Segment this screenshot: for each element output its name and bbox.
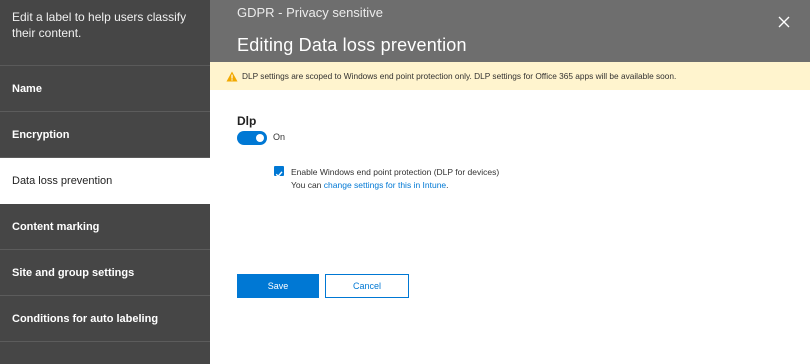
help-suffix: .	[446, 180, 449, 190]
sidebar-item-site-and-group-settings[interactable]: Site and group settings	[0, 250, 210, 296]
label-name: GDPR - Privacy sensitive	[237, 5, 383, 20]
sidebar-intro: Edit a label to help users classify thei…	[0, 0, 210, 66]
checkbox-label: Enable Windows end point protection (DLP…	[291, 167, 500, 177]
sidebar-item-data-loss-prevention[interactable]: Data loss prevention	[0, 158, 210, 204]
sidebar-item-encryption[interactable]: Encryption	[0, 112, 210, 158]
warning-icon	[226, 71, 238, 81]
dlp-toggle[interactable]	[237, 131, 267, 145]
close-icon[interactable]	[776, 14, 792, 30]
main-content: Dlp On Enable Windows end point protecti…	[210, 90, 810, 364]
banner-text: DLP settings are scoped to Windows end p…	[242, 71, 677, 81]
sidebar-item-name[interactable]: Name	[0, 66, 210, 112]
sidebar-item-content-marking[interactable]: Content marking	[0, 204, 210, 250]
page-title: Editing Data loss prevention	[237, 35, 467, 55]
enable-endpoint-protection-checkbox[interactable]	[274, 166, 284, 178]
checkmark-icon	[275, 171, 283, 178]
sidebar-nav: Edit a label to help users classify thei…	[0, 0, 210, 364]
toggle-state-label: On	[273, 132, 286, 142]
help-prefix: You can	[291, 180, 324, 190]
save-button[interactable]: Save	[237, 274, 319, 298]
checkbox-help-text: You can change settings for this in Intu…	[291, 180, 449, 190]
dlp-label: Dlp	[237, 114, 257, 128]
cancel-button[interactable]: Cancel	[325, 274, 409, 298]
sidebar-item-conditions-for-auto-labeling[interactable]: Conditions for auto labeling	[0, 296, 210, 342]
intune-settings-link[interactable]: change settings for this in Intune	[324, 180, 446, 190]
warning-banner: DLP settings are scoped to Windows end p…	[210, 62, 810, 90]
toggle-knob	[256, 134, 264, 142]
panel-header: GDPR - Privacy sensitive Editing Data lo…	[210, 0, 810, 62]
